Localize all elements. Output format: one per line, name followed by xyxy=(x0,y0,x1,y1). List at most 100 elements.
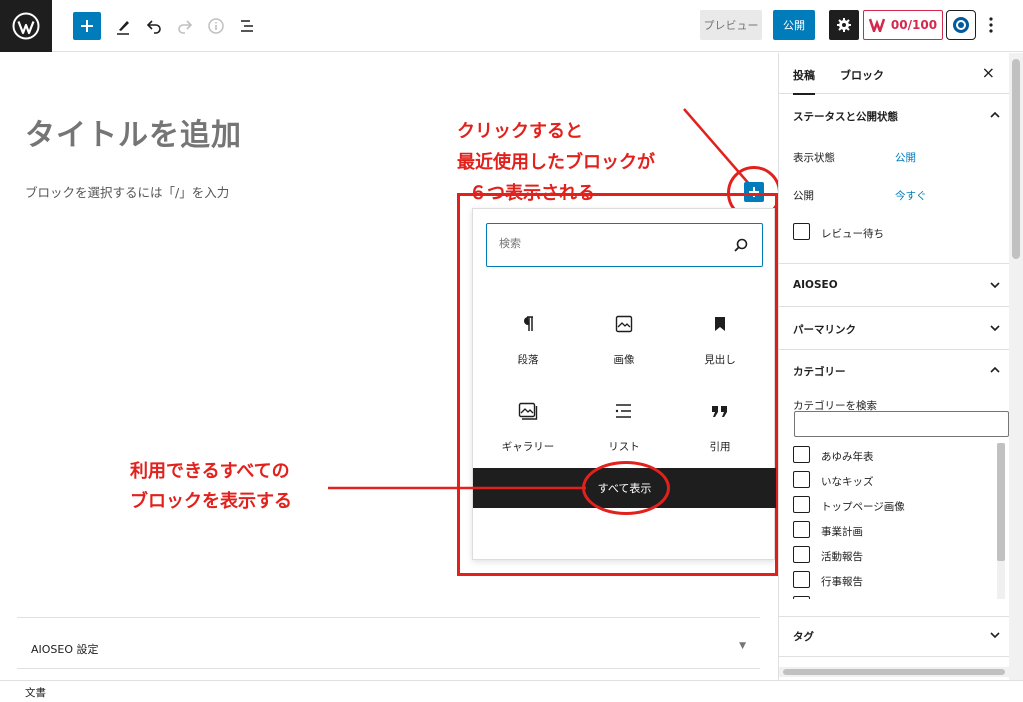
category-label: 事業計画 xyxy=(821,526,863,538)
redo-icon xyxy=(178,20,193,34)
chevron-down-icon[interactable] xyxy=(989,279,1001,291)
seo-score-label: 00/100 xyxy=(890,18,938,32)
settings-button[interactable] xyxy=(829,10,859,40)
pending-review-label: レビュー待ち xyxy=(821,228,884,240)
category-scrollbar[interactable] xyxy=(997,443,1005,599)
sidebar-scrollbar[interactable] xyxy=(1009,53,1023,680)
panel-aioseo-title[interactable]: AIOSEO xyxy=(793,279,838,291)
annotation-bottom-line2: ブロックを表示する xyxy=(130,491,292,512)
block-item-image[interactable]: 画像 xyxy=(577,306,671,386)
divider xyxy=(779,656,1009,657)
publish-date-value[interactable]: 今すぐ xyxy=(895,188,927,203)
pencil-icon xyxy=(117,21,129,35)
triangle-down-icon[interactable]: ▼ xyxy=(739,641,746,651)
block-search-input[interactable] xyxy=(499,237,719,250)
block-appender-hint[interactable]: ブロックを選択するには「/」を入力 xyxy=(25,182,229,201)
sidebar-tabs: 投稿 ブロック × xyxy=(779,53,1009,95)
tools-button[interactable] xyxy=(109,12,137,40)
search-icon xyxy=(734,238,748,252)
block-item-heading[interactable]: 見出し xyxy=(673,306,767,386)
chevron-up-icon[interactable] xyxy=(989,364,1001,376)
tab-block[interactable]: ブロック xyxy=(840,67,884,83)
category-checkbox[interactable] xyxy=(793,471,810,488)
category-search-input[interactable] xyxy=(794,411,1009,437)
metabox-title: AIOSEO 設定 xyxy=(31,643,99,656)
publish-button[interactable]: 公開 xyxy=(773,10,815,40)
category-checkbox[interactable] xyxy=(793,596,810,599)
info-icon xyxy=(208,18,224,34)
close-icon[interactable]: × xyxy=(982,63,995,82)
editor-header: プレビュー 公開 00/100 xyxy=(0,0,1023,52)
category-label: あゆみ年表 xyxy=(821,451,874,463)
paragraph-icon xyxy=(516,312,540,336)
chevron-up-icon[interactable] xyxy=(989,109,1001,121)
breadcrumb-document[interactable]: 文書 xyxy=(25,685,46,700)
annotation-top-line2: 最近使用したブロックが xyxy=(457,152,655,173)
category-scrollbar-thumb[interactable] xyxy=(997,443,1005,561)
preview-button[interactable]: プレビュー xyxy=(700,10,762,40)
settings-sidebar: 投稿 ブロック × ステータスと公開状態 表示状態 公開 公開 今すぐ レビュー… xyxy=(778,53,1023,680)
panel-status-title[interactable]: ステータスと公開状態 xyxy=(793,109,898,124)
category-checkbox[interactable] xyxy=(793,521,810,538)
plugin-badge-icon xyxy=(953,17,969,33)
block-item-label: 画像 xyxy=(613,354,635,366)
panel-category-title[interactable]: カテゴリー xyxy=(793,364,846,379)
post-title-input[interactable]: タイトルを追加 xyxy=(25,110,242,154)
block-item-paragraph[interactable]: 段落 xyxy=(481,306,575,386)
editor-canvas: タイトルを追加 ブロックを選択するには「/」を入力 クリックすると 最近使用した… xyxy=(0,53,781,680)
category-checkbox[interactable] xyxy=(793,496,810,513)
block-item-label: 引用 xyxy=(709,441,731,453)
annotation-top-line1: クリックすると xyxy=(457,121,583,142)
panel-tags-title[interactable]: タグ xyxy=(793,629,814,644)
highlight-circle-show-all xyxy=(582,461,670,515)
block-item-quote[interactable]: 引用 xyxy=(673,393,767,473)
category-checkbox[interactable] xyxy=(793,546,810,563)
category-label: いなキッズ xyxy=(821,476,874,488)
list-icon xyxy=(612,399,636,423)
undo-button[interactable] xyxy=(140,12,168,40)
divider xyxy=(779,306,1009,307)
gear-icon xyxy=(837,18,851,32)
divider xyxy=(779,263,1009,264)
scrollbar-thumb[interactable] xyxy=(1012,59,1020,259)
plus-icon xyxy=(81,20,93,32)
block-breadcrumb-bar: 文書 xyxy=(0,680,1023,702)
block-search xyxy=(486,223,763,267)
scrollbar-thumb[interactable] xyxy=(783,669,1005,675)
chevron-down-icon[interactable] xyxy=(989,629,1001,641)
more-vertical-icon xyxy=(989,17,993,33)
details-button[interactable] xyxy=(202,12,230,40)
block-item-gallery[interactable]: ギャラリー xyxy=(481,393,575,473)
seo-score-button[interactable]: 00/100 xyxy=(863,10,943,40)
category-checkbox[interactable] xyxy=(793,446,810,463)
block-item-label: 段落 xyxy=(517,354,539,366)
category-list: あゆみ年表 いなキッズ トップページ画像 事業計画 活動報告 行事報告 xyxy=(779,441,1009,599)
quote-icon xyxy=(708,399,732,423)
plugin-sidebar-button[interactable] xyxy=(946,10,976,40)
visibility-label: 表示状態 xyxy=(793,152,835,164)
divider xyxy=(779,616,1009,617)
annotation-bottom: 利用できるすべての ブロックを表示する xyxy=(130,457,292,517)
category-label: 行事報告 xyxy=(821,576,863,588)
pending-review-checkbox[interactable] xyxy=(793,223,810,240)
redo-button[interactable] xyxy=(171,12,199,40)
divider xyxy=(779,349,1009,350)
category-checkbox[interactable] xyxy=(793,571,810,588)
more-options-button[interactable] xyxy=(984,14,998,36)
list-view-icon xyxy=(241,20,253,32)
panel-permalink-title[interactable]: パーマリンク xyxy=(793,322,856,337)
block-inserter-toggle[interactable] xyxy=(73,12,101,40)
annotation-bottom-line1: 利用できるすべての xyxy=(130,461,290,482)
annotation-arrow-bottom xyxy=(328,486,586,490)
aioseo-metabox[interactable]: AIOSEO 設定 ▼ xyxy=(17,617,760,669)
visibility-value[interactable]: 公開 xyxy=(895,150,916,165)
publish-label: 公開 xyxy=(793,190,814,202)
tab-post[interactable]: 投稿 xyxy=(793,67,815,95)
image-icon xyxy=(612,312,636,336)
gallery-icon xyxy=(516,399,540,423)
sidebar-horizontal-scrollbar[interactable] xyxy=(779,667,1009,677)
seo-plugin-icon xyxy=(868,18,885,32)
chevron-down-icon[interactable] xyxy=(989,322,1001,334)
list-view-button[interactable] xyxy=(233,12,261,40)
wordpress-logo[interactable] xyxy=(0,0,52,52)
